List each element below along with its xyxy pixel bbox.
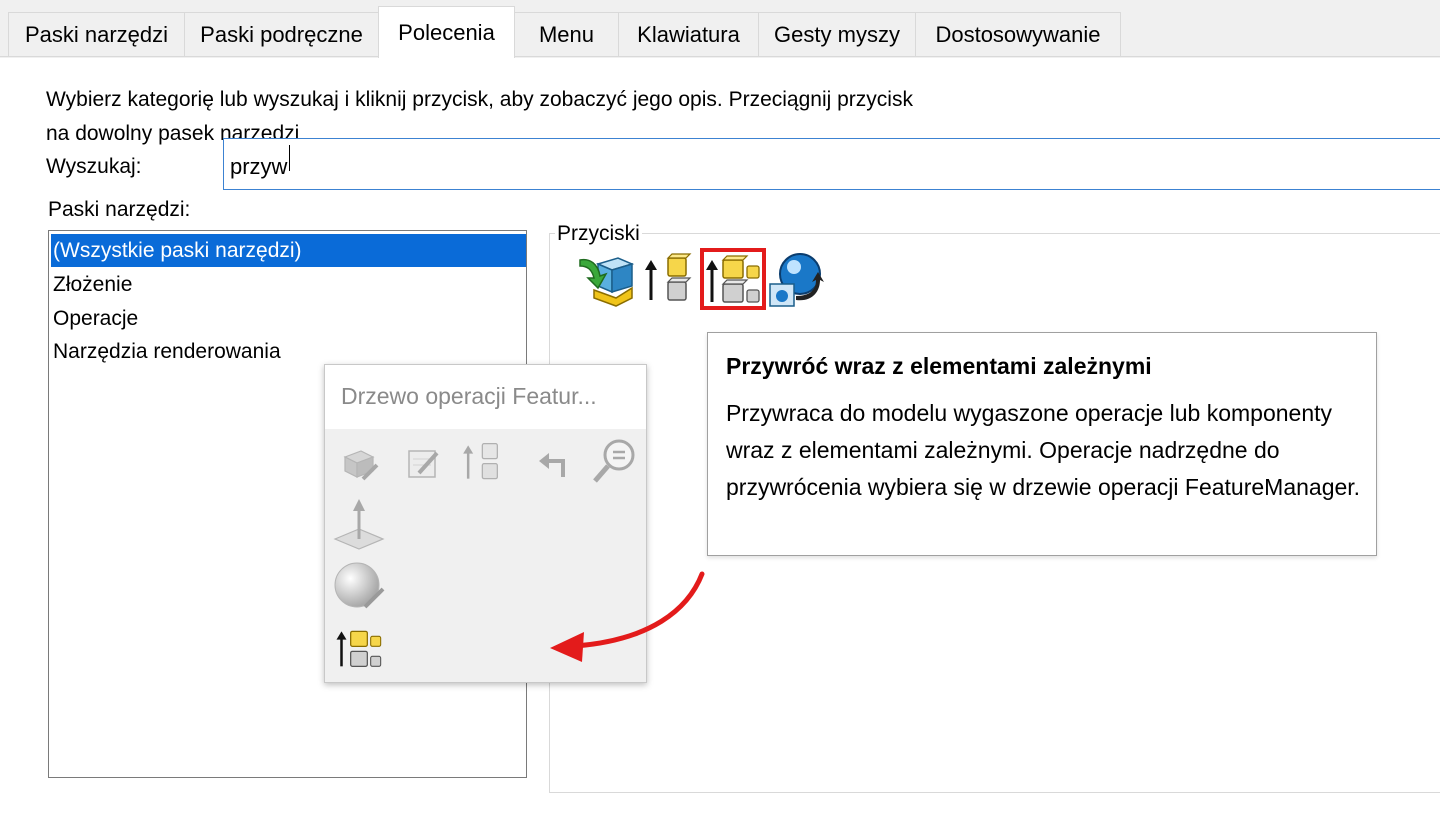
edit-sketch-icon[interactable] (403, 441, 447, 485)
command-tooltip: Przywróć wraz z elementami zależnymi Prz… (707, 332, 1377, 556)
tab-commands[interactable]: Polecenia (378, 6, 515, 58)
appearance-icon[interactable] (331, 559, 387, 615)
edit-feature-icon[interactable] (339, 441, 383, 485)
tab-keyboard[interactable]: Klawiatura (618, 12, 759, 56)
tab-toolbars[interactable]: Paski narzędzi (8, 12, 185, 56)
tab-shortcut-bars[interactable]: Paski podręczne (184, 12, 379, 56)
instructions-line-1: Wybierz kategorię lub wyszukaj i kliknij… (46, 88, 913, 111)
search-label: Wyszukaj: (46, 155, 142, 178)
unsuppress-with-dependents-icon[interactable] (331, 623, 387, 673)
unsuppress-icon[interactable] (640, 250, 700, 310)
rollback-icon[interactable] (533, 443, 573, 483)
search-input[interactable] (223, 138, 1440, 190)
toolbars-label: Paski narzędzi: (48, 198, 191, 221)
list-item-assembly[interactable]: Złożenie (51, 268, 526, 301)
tab-customization[interactable]: Dostosowywanie (915, 12, 1121, 56)
tooltip-description: Przywraca do modelu wygaszone operacje l… (726, 400, 1361, 500)
list-item-all-toolbars[interactable]: (Wszystkie paski narzędzi) (51, 234, 526, 267)
annotation-arrow (550, 571, 705, 662)
zoom-to-selection-icon[interactable] (587, 435, 639, 487)
tab-menus[interactable]: Menu (514, 12, 619, 56)
unsuppress-icon[interactable] (459, 437, 509, 487)
list-item-features[interactable]: Operacje (51, 302, 526, 335)
restore-component-icon[interactable] (576, 250, 636, 310)
context-toolbar-title: Drzewo operacji Featur... (341, 383, 597, 409)
tooltip-title: Przywróć wraz z elementami zależnymi (726, 353, 1152, 379)
normal-to-icon[interactable] (331, 495, 387, 551)
restore-appearance-icon[interactable] (766, 250, 826, 310)
buttons-group-label: Przyciski (555, 222, 642, 246)
tab-mouse-gestures[interactable]: Gesty myszy (758, 12, 916, 56)
text-caret (289, 145, 290, 171)
context-toolbar-header: Drzewo operacji Featur... (325, 365, 646, 429)
highlight-box (700, 248, 766, 310)
